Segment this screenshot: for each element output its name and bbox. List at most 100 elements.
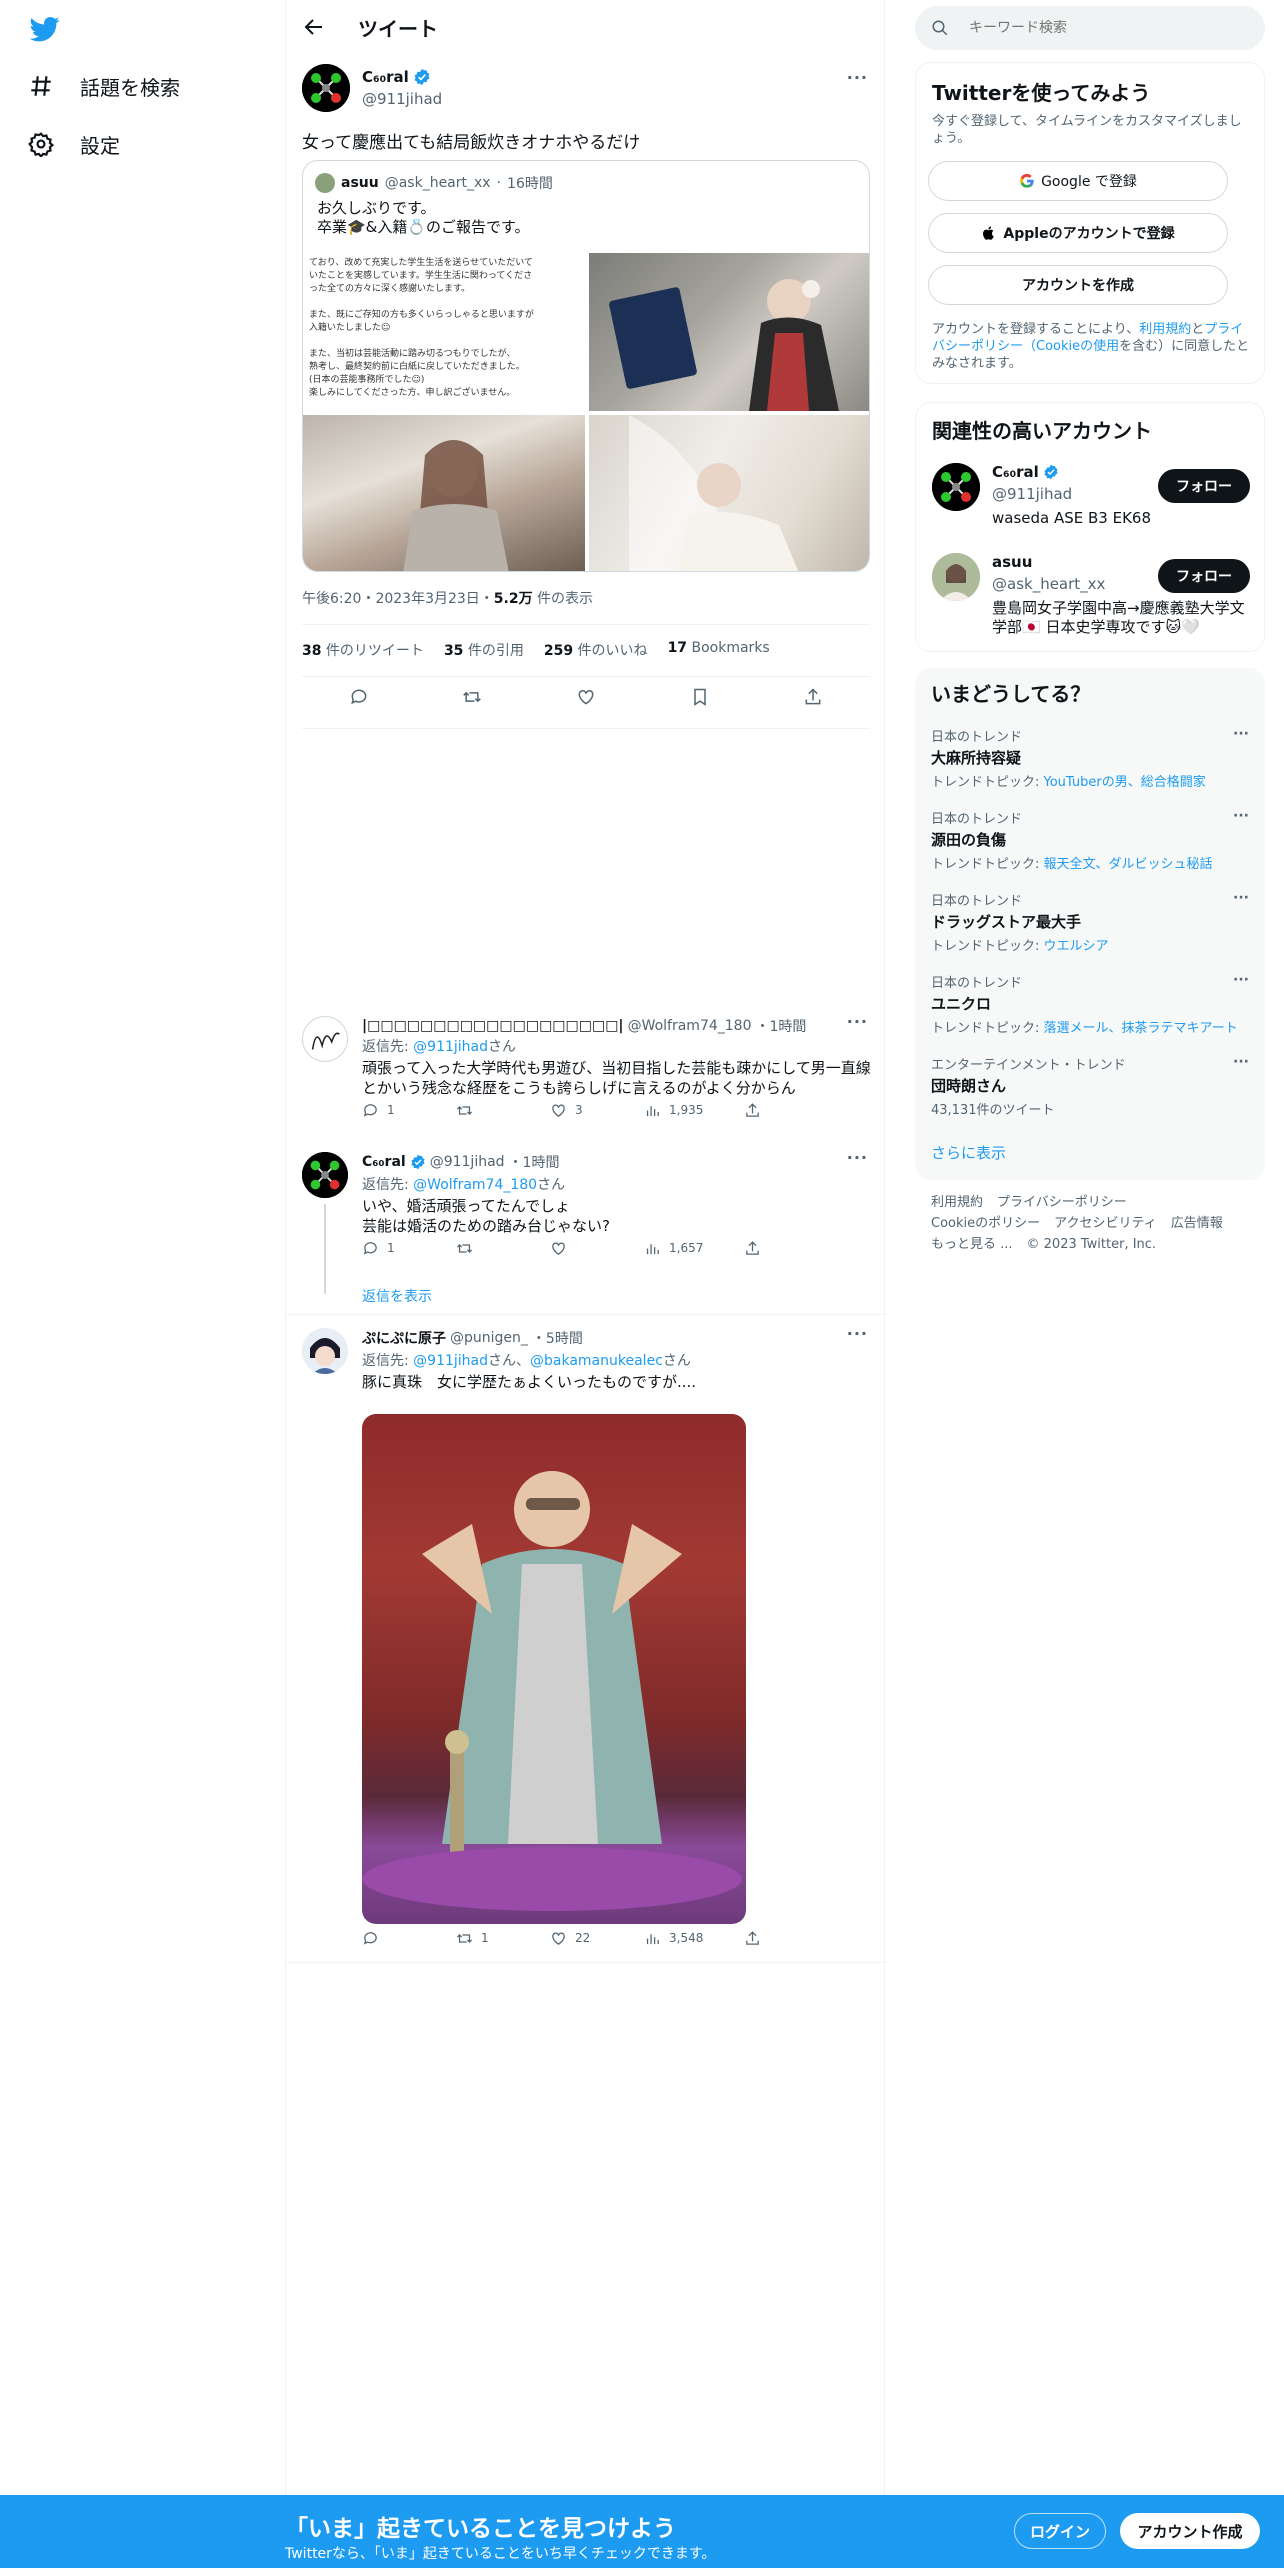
reply-button[interactable] (362, 1930, 387, 1947)
reply-time[interactable]: ・5時間 (532, 1328, 583, 1348)
quote-stat[interactable]: 35 件の引用 (444, 640, 524, 660)
more-options-icon[interactable]: ··· (1233, 726, 1249, 742)
show-more-link[interactable]: さらに表示 (931, 1142, 1006, 1163)
related-account-name[interactable]: asuu (992, 553, 1032, 571)
share-button[interactable] (744, 1240, 761, 1257)
like-button[interactable]: 22 (550, 1930, 590, 1947)
like-icon[interactable] (576, 687, 596, 707)
reply-to-link[interactable]: @911jihad (413, 1039, 488, 1055)
trend-item[interactable]: 日本のトレンド 源田の負傷 トレンドトピック: 報天全文、ダルビッシュ秘話 ··· (931, 808, 1249, 872)
reply-author-name[interactable]: |□□□□□□□□□□□□□□□□□□□| (362, 1018, 624, 1034)
author-handle[interactable]: @911jihad (362, 90, 442, 108)
reply-to-link[interactable]: @bakamanukealec (530, 1353, 663, 1369)
footer-link[interactable]: アクセシビリティ (1054, 1216, 1157, 1231)
trend-item[interactable]: 日本のトレンド ドラッグストア最大手 トレンドトピック: ウエルシア ··· (931, 890, 1249, 954)
reply-to-link[interactable]: @Wolfram74_180 (413, 1177, 537, 1193)
trend-item[interactable]: 日本のトレンド 大麻所持容疑 トレンドトピック: YouTuberの男、総合格闘家 ·… (931, 726, 1249, 790)
more-options-icon[interactable]: ··· (847, 1012, 868, 1031)
retweet-stat[interactable]: 38 件のリツイート (302, 640, 424, 660)
like-button[interactable] (550, 1240, 575, 1257)
molecule-avatar-icon (302, 1152, 348, 1198)
share-button[interactable] (744, 1102, 761, 1119)
follow-button[interactable]: フォロー (1158, 559, 1250, 593)
tweet-timestamp[interactable]: 午後6:20・2023年3月23日・5.2万 件の表示 (302, 588, 593, 608)
rakugo-performer-photo[interactable] (362, 1414, 746, 1924)
nav-explore[interactable]: 話題を検索 (28, 66, 180, 106)
quoted-tweet[interactable]: asuu @ask_heart_xx · 16時間 お久しぶりです。 卒業🎓&入… (302, 160, 870, 572)
avatar[interactable] (302, 64, 350, 112)
like-button[interactable]: 3 (550, 1102, 583, 1119)
back-arrow-icon[interactable] (302, 15, 326, 39)
more-options-icon[interactable]: ··· (847, 1148, 868, 1167)
reply-button[interactable]: 1 (362, 1102, 395, 1119)
reply-author-name[interactable]: ぷにぷに原子 (362, 1328, 446, 1348)
reply-tweet[interactable]: ぷにぷに原子 @punigen_ ・5時間 ··· 返信先: @911jihad… (286, 1324, 886, 1966)
views-button[interactable]: 1,935 (644, 1102, 703, 1119)
terms-link[interactable]: 利用規約 (1139, 322, 1191, 337)
more-options-icon[interactable]: ··· (847, 68, 868, 87)
avatar[interactable] (932, 553, 980, 601)
trend-item[interactable]: 日本のトレンド ユニクロ トレンドトピック: 落選メール、抹茶ラテマキアート ··· (931, 972, 1249, 1036)
reply-tweet[interactable]: |□□□□□□□□□□□□□□□□□□□| @Wolfram74_180 ・1時… (286, 1012, 886, 1146)
reply-author-handle[interactable]: @911jihad (430, 1154, 505, 1170)
announcement-note-image[interactable]: ており、改めて充実した学生生活を送らせていただいて いたことを実感しています。学生… (303, 253, 585, 411)
trend-category: エンターテインメント・トレンド (931, 1058, 1126, 1073)
views-button[interactable]: 1,657 (644, 1240, 703, 1257)
nav-settings[interactable]: 設定 (28, 124, 120, 164)
graduation-photo[interactable] (589, 253, 869, 411)
login-button[interactable]: ログイン (1014, 2513, 1106, 2549)
retweet-icon[interactable] (462, 687, 482, 707)
related-account-handle[interactable]: @ask_heart_xx (992, 575, 1105, 593)
search-input[interactable] (969, 20, 1249, 36)
more-options-icon[interactable]: ··· (1233, 808, 1249, 824)
views-button[interactable]: 3,548 (644, 1930, 703, 1947)
footer-link[interactable]: プライバシーポリシー (997, 1195, 1127, 1210)
reply-button[interactable]: 1 (362, 1240, 395, 1257)
retweet-button[interactable] (456, 1240, 481, 1257)
share-button[interactable] (744, 1930, 761, 1947)
reply-tweet[interactable]: C₆₀ral @911jihad ・1時間 ··· 返信先: @Wolfram7… (286, 1148, 886, 1314)
related-account-name[interactable]: C₆₀ral (992, 463, 1059, 481)
trend-item[interactable]: エンターテインメント・トレンド 団時朗さん 43,131件のツイート ··· (931, 1054, 1249, 1118)
reply-icon[interactable] (349, 687, 369, 707)
search-box[interactable] (915, 6, 1265, 50)
bookmark-stat[interactable]: 17 Bookmarks (668, 640, 770, 660)
create-account-button[interactable]: アカウントを作成 (928, 265, 1228, 305)
more-options-icon[interactable]: ··· (1233, 890, 1249, 906)
portrait-photo[interactable] (303, 415, 585, 571)
retweet-button[interactable] (456, 1102, 481, 1119)
more-options-icon[interactable]: ··· (1233, 1054, 1249, 1070)
reply-author-handle[interactable]: @Wolfram74_180 (628, 1018, 752, 1034)
footer-link[interactable]: 広告情報 (1171, 1216, 1223, 1231)
signup-button[interactable]: アカウント作成 (1120, 2513, 1260, 2549)
footer-link[interactable]: Cookieのポリシー (931, 1216, 1040, 1231)
avatar[interactable] (302, 1016, 348, 1062)
verified-badge-icon (1044, 464, 1058, 480)
reply-time[interactable]: ・1時間 (755, 1016, 806, 1036)
like-stat[interactable]: 259 件のいいね (544, 640, 648, 660)
follow-button[interactable]: フォロー (1158, 469, 1250, 503)
reply-time[interactable]: ・1時間 (509, 1152, 560, 1172)
apple-signup-button[interactable]: Appleのアカウントで登録 (928, 213, 1228, 253)
reply-to-link[interactable]: @911jihad (413, 1353, 488, 1369)
google-signup-button[interactable]: Google で登録 (928, 161, 1228, 201)
signup-title: Twitterを使ってみよう (932, 81, 1151, 105)
footer-link[interactable]: もっと見る ... (931, 1237, 1013, 1252)
twitter-logo-icon[interactable] (28, 14, 62, 44)
more-options-icon[interactable]: ··· (1233, 972, 1249, 988)
avatar[interactable] (932, 463, 980, 511)
show-replies-link[interactable]: 返信を表示 (362, 1286, 432, 1306)
footer-link[interactable]: 利用規約 (931, 1195, 983, 1210)
avatar[interactable] (302, 1328, 348, 1374)
cookie-link[interactable]: （Cookieの使用 (1023, 339, 1119, 354)
author-name[interactable]: C₆₀ral (362, 68, 431, 86)
reply-author-name[interactable]: C₆₀ral (362, 1154, 406, 1170)
share-icon[interactable] (803, 687, 823, 707)
more-options-icon[interactable]: ··· (847, 1324, 868, 1343)
bookmark-icon[interactable] (690, 687, 710, 707)
reply-author-handle[interactable]: @punigen_ (450, 1330, 528, 1346)
related-account-handle[interactable]: @911jihad (992, 485, 1072, 503)
avatar[interactable] (302, 1152, 348, 1198)
wedding-photo[interactable] (589, 415, 869, 571)
retweet-button[interactable]: 1 (456, 1930, 489, 1947)
